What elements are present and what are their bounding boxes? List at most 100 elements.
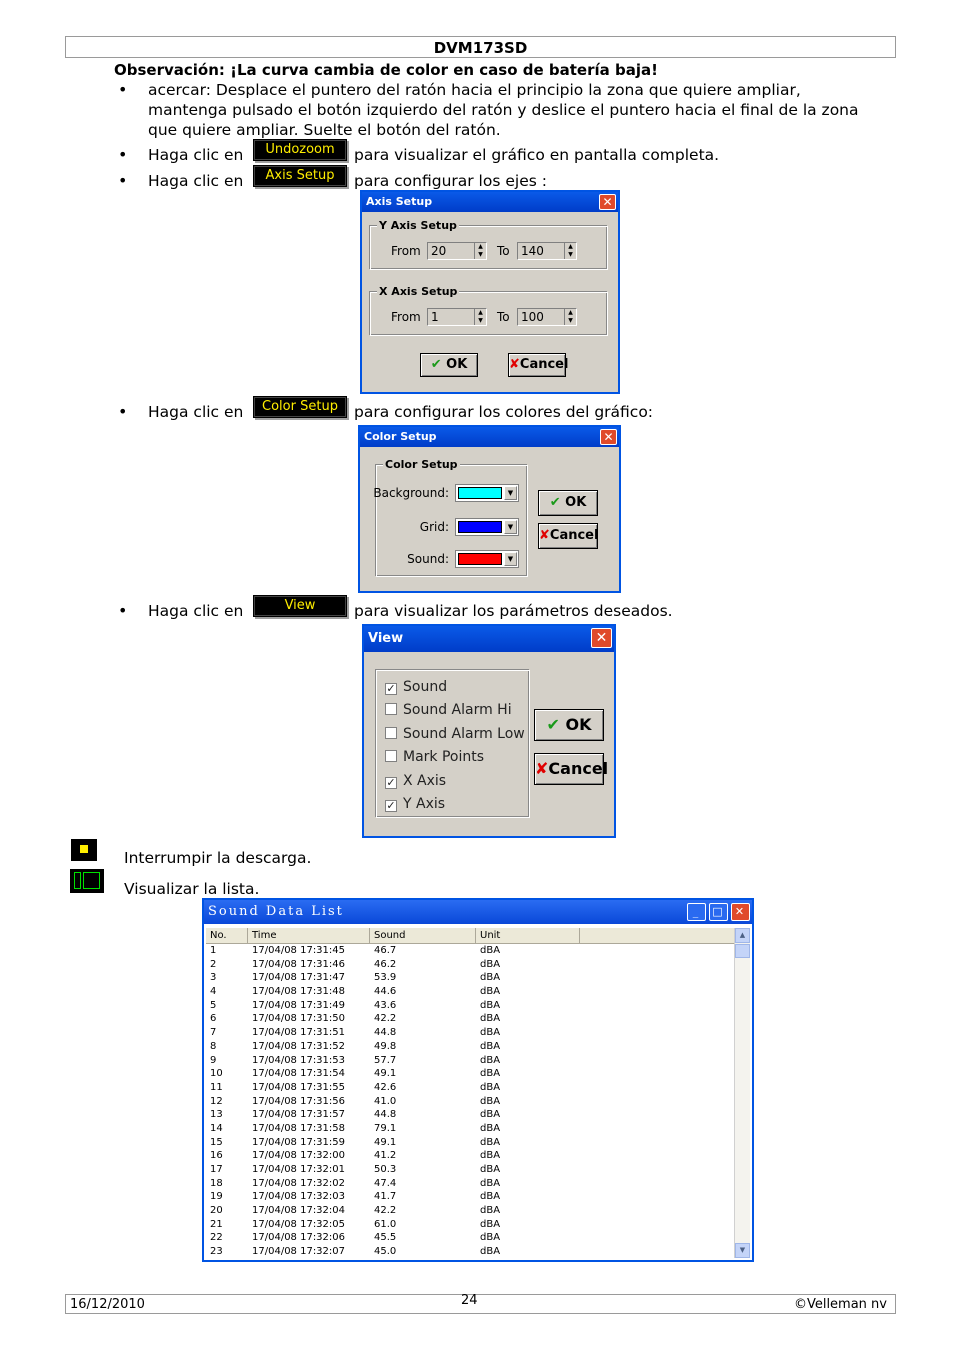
table-row[interactable]: 5 17/04/08 17:31:49 43.6 dBA — [206, 999, 738, 1013]
cancel-button[interactable]: ✘Cancel — [508, 353, 568, 377]
cancel-button[interactable]: ✘Cancel — [534, 753, 608, 785]
table-cell: 8 — [210, 1040, 217, 1052]
group-label: Y Axis Setup — [377, 219, 459, 232]
undozoom-button[interactable]: Undozoom — [253, 139, 347, 161]
sound-color-select[interactable]: ▼ — [455, 550, 519, 568]
close-icon[interactable]: ✕ — [731, 903, 750, 921]
table-row[interactable]: 17 17/04/08 17:32:01 50.3 dBA — [206, 1163, 738, 1177]
checkbox-checked-icon[interactable]: ✓ — [385, 800, 397, 812]
table-row[interactable]: 20 17/04/08 17:32:04 42.2 dBA — [206, 1204, 738, 1218]
dropdown-arrow-icon[interactable]: ▼ — [504, 486, 517, 500]
y-from-input[interactable]: 20 ▲ ▼ — [427, 242, 487, 260]
table-cell: 49.1 — [374, 1136, 397, 1148]
column-header[interactable]: Unit — [476, 928, 580, 944]
view-option[interactable]: Mark Points — [385, 749, 484, 765]
close-icon[interactable]: ✕ — [600, 429, 617, 445]
checkbox-checked-icon[interactable]: ✓ — [385, 776, 397, 789]
grid-color-select[interactable]: ▼ — [455, 518, 519, 536]
cancel-button[interactable]: ✘Cancel — [538, 523, 598, 549]
table-row[interactable]: 7 17/04/08 17:31:51 44.8 dBA — [206, 1026, 738, 1040]
spin-arrows-icon[interactable]: ▲ ▼ — [474, 309, 486, 325]
table-body: 1 17/04/08 17:31:45 46.7 dBA 2 17/04/08 17:31… — [206, 944, 738, 1258]
scroll-down-icon[interactable]: ▼ — [735, 1243, 750, 1258]
close-icon[interactable]: ✕ — [599, 194, 616, 210]
table-cell: dBA — [480, 1068, 501, 1080]
color-setup-button[interactable]: Color Setup — [253, 396, 347, 418]
table-row[interactable]: 19 17/04/08 17:32:03 41.7 dBA — [206, 1190, 738, 1204]
table-cell: 17/04/08 17:32:00 — [252, 1150, 346, 1162]
close-icon[interactable]: ✕ — [591, 628, 612, 648]
stop-download-icon[interactable] — [71, 839, 97, 861]
view-option[interactable]: ✓ Y Axis — [385, 796, 445, 812]
view-option[interactable]: Sound Alarm Low — [385, 726, 525, 742]
maximize-icon[interactable]: □ — [709, 903, 728, 921]
table-row[interactable]: 23 17/04/08 17:32:07 45.0 dBA — [206, 1245, 738, 1258]
table-row[interactable]: 8 17/04/08 17:31:52 49.8 dBA — [206, 1040, 738, 1054]
column-header[interactable]: Sound — [370, 928, 476, 944]
x-to-input[interactable]: 100 ▲ ▼ — [517, 308, 577, 326]
table-row[interactable]: 4 17/04/08 17:31:48 44.6 dBA — [206, 985, 738, 999]
checkbox-checked-icon[interactable]: ✓ — [385, 683, 397, 695]
table-row[interactable]: 10 17/04/08 17:31:54 49.1 dBA — [206, 1067, 738, 1081]
table-cell: 11 — [210, 1081, 223, 1093]
table-cell: 10 — [210, 1068, 223, 1080]
scroll-thumb[interactable] — [735, 944, 750, 958]
vertical-scrollbar[interactable]: ▲ ▼ — [734, 928, 750, 1258]
table-row[interactable]: 1 17/04/08 17:31:45 46.7 dBA — [206, 944, 738, 958]
ok-button[interactable]: ✔ OK — [538, 490, 598, 516]
checkbox-icon[interactable] — [385, 703, 397, 716]
table-row[interactable]: 3 17/04/08 17:31:47 53.9 dBA — [206, 971, 738, 985]
axis-setup-button[interactable]: Axis Setup — [253, 165, 347, 187]
spin-arrows-icon[interactable]: ▲ ▼ — [564, 309, 576, 325]
table-row[interactable]: 11 17/04/08 17:31:55 42.6 dBA — [206, 1081, 738, 1095]
spin-arrows-icon[interactable]: ▲ ▼ — [474, 243, 486, 259]
table-cell: 42.6 — [374, 1081, 397, 1093]
table-row[interactable]: 6 17/04/08 17:31:50 42.2 dBA — [206, 1012, 738, 1026]
y-to-input[interactable]: 140 ▲ ▼ — [517, 242, 577, 260]
table-cell: 17/04/08 17:31:58 — [252, 1122, 346, 1134]
scroll-up-icon[interactable]: ▲ — [735, 928, 750, 943]
table-row[interactable]: 22 17/04/08 17:32:06 45.5 dBA — [206, 1231, 738, 1245]
table-cell: 2 — [210, 958, 217, 970]
dropdown-arrow-icon[interactable]: ▼ — [504, 552, 517, 566]
table-row[interactable]: 21 17/04/08 17:32:05 61.0 dBA — [206, 1218, 738, 1232]
view-option[interactable]: ✓ X Axis — [385, 773, 446, 789]
axis-setup-dialog: Axis Setup ✕ Y Axis Setup From 20 ▲ ▼ To … — [360, 190, 620, 394]
table-cell: dBA — [480, 1081, 501, 1093]
checkbox-icon[interactable] — [385, 726, 397, 739]
table-cell: dBA — [480, 1246, 501, 1258]
x-from-input[interactable]: 1 ▲ ▼ — [427, 308, 487, 326]
cancel-label: Cancel — [549, 528, 599, 543]
table-row[interactable]: 13 17/04/08 17:31:57 44.8 dBA — [206, 1108, 738, 1122]
column-header[interactable]: Time — [248, 928, 370, 944]
view-option[interactable]: Sound Alarm Hi — [385, 702, 512, 718]
dropdown-arrow-icon[interactable]: ▼ — [504, 520, 517, 534]
table-row[interactable]: 9 17/04/08 17:31:53 57.7 dBA — [206, 1054, 738, 1068]
background-color-select[interactable]: ▼ — [455, 484, 519, 502]
ok-button[interactable]: ✔ OK — [534, 709, 604, 741]
checkbox-icon[interactable] — [385, 750, 397, 763]
table-cell: 17/04/08 17:32:02 — [252, 1177, 346, 1189]
table-cell: 41.2 — [374, 1150, 397, 1162]
column-header[interactable]: No. — [206, 928, 248, 944]
table-row[interactable]: 18 17/04/08 17:32:02 47.4 dBA — [206, 1177, 738, 1191]
spin-arrows-icon[interactable]: ▲ ▼ — [564, 243, 576, 259]
table-cell: 44.8 — [374, 1027, 397, 1039]
list-view-icon[interactable] — [70, 869, 104, 893]
click-prefix: Haga clic en — [148, 602, 244, 620]
table-row[interactable]: 16 17/04/08 17:32:00 41.2 dBA — [206, 1149, 738, 1163]
bullet-dot: • — [118, 402, 128, 421]
table-cell: 3 — [210, 972, 217, 984]
table-cell: dBA — [480, 986, 501, 998]
table-row[interactable]: 15 17/04/08 17:31:59 49.1 dBA — [206, 1136, 738, 1150]
table-row[interactable]: 14 17/04/08 17:31:58 79.1 dBA — [206, 1122, 738, 1136]
minimize-icon[interactable]: _ — [687, 903, 706, 921]
table-cell: 49.1 — [374, 1068, 397, 1080]
table-row[interactable]: 2 17/04/08 17:31:46 46.2 dBA — [206, 958, 738, 972]
table-cell: 44.8 — [374, 1109, 397, 1121]
view-button[interactable]: View — [253, 595, 347, 617]
color-setup-description: para configurar los colores del gráfico: — [354, 403, 654, 421]
ok-button[interactable]: ✔ OK — [420, 353, 478, 377]
view-option[interactable]: ✓ Sound — [385, 679, 447, 695]
table-row[interactable]: 12 17/04/08 17:31:56 41.0 dBA — [206, 1095, 738, 1109]
